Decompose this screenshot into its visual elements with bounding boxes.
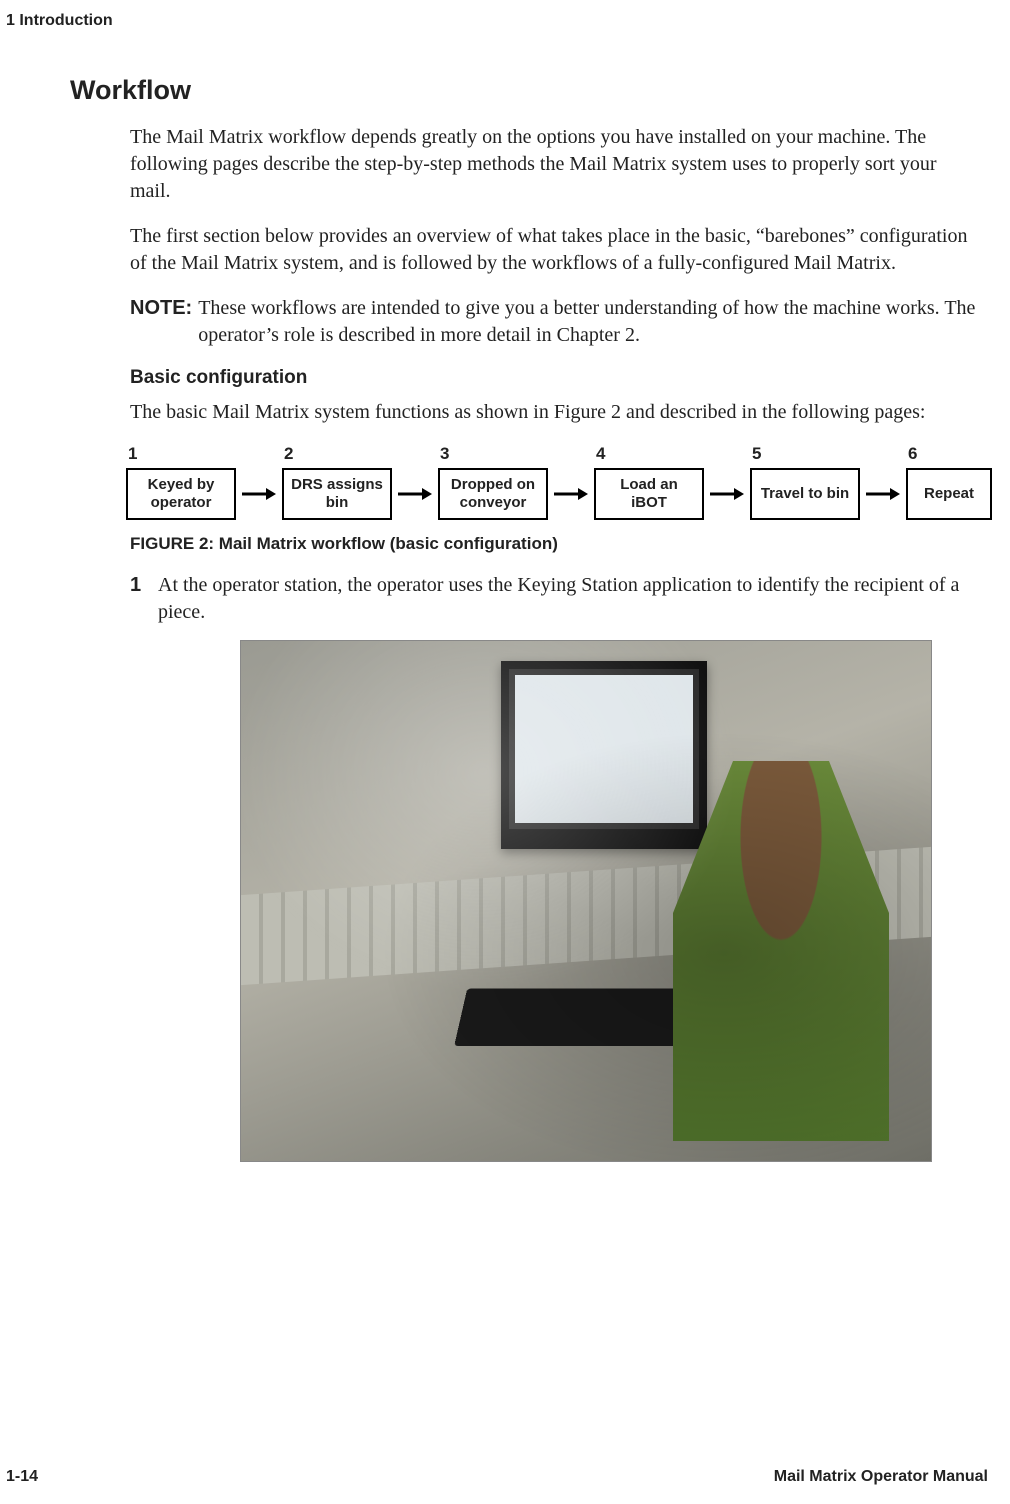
operator-station-photo xyxy=(240,640,932,1162)
arrow-icon xyxy=(860,468,906,520)
workflow-step-box: Load an iBOT xyxy=(594,468,704,520)
workflow-step-2: 2 DRS assigns bin xyxy=(282,444,392,520)
workflow-step-5: 5 Travel to bin xyxy=(750,444,860,520)
arrow-icon xyxy=(392,468,438,520)
page-number: 1-14 xyxy=(6,1468,38,1486)
note-block: NOTE: These workflows are intended to gi… xyxy=(130,295,978,349)
arrow-icon xyxy=(704,468,750,520)
workflow-diagram: 1 Keyed by operator 2 DRS assigns bin 3 … xyxy=(126,444,978,520)
workflow-step-box: Repeat xyxy=(906,468,992,520)
list-number: 1 xyxy=(130,572,158,626)
subheading-basic-config: Basic configuration xyxy=(130,367,978,389)
workflow-step-number: 1 xyxy=(128,444,137,464)
list-text: At the operator station, the operator us… xyxy=(158,572,978,626)
note-label: NOTE: xyxy=(130,295,192,349)
intro-paragraph-2: The first section below provides an over… xyxy=(130,223,978,277)
page-footer: 1-14 Mail Matrix Operator Manual xyxy=(6,1468,988,1486)
workflow-step-6: 6 Repeat xyxy=(906,444,992,520)
numbered-step-1: 1 At the operator station, the operator … xyxy=(130,572,978,626)
note-text: These workflows are intended to give you… xyxy=(198,295,978,349)
workflow-step-3: 3 Dropped on conveyor xyxy=(438,444,548,520)
workflow-step-1: 1 Keyed by operator xyxy=(126,444,236,520)
workflow-step-number: 2 xyxy=(284,444,293,464)
arrow-icon xyxy=(548,468,594,520)
section-title: Workflow xyxy=(70,75,978,106)
workflow-step-box: Travel to bin xyxy=(750,468,860,520)
workflow-step-number: 5 xyxy=(752,444,761,464)
workflow-step-box: DRS assigns bin xyxy=(282,468,392,520)
running-header: 1 Introduction xyxy=(0,12,988,30)
workflow-step-4: 4 Load an iBOT xyxy=(594,444,704,520)
workflow-step-box: Dropped on conveyor xyxy=(438,468,548,520)
figure-caption: FIGURE 2: Mail Matrix workflow (basic co… xyxy=(130,534,978,554)
workflow-step-number: 3 xyxy=(440,444,449,464)
document-title: Mail Matrix Operator Manual xyxy=(774,1468,988,1486)
arrow-icon xyxy=(236,468,282,520)
workflow-step-box: Keyed by operator xyxy=(126,468,236,520)
workflow-step-number: 6 xyxy=(908,444,917,464)
workflow-step-number: 4 xyxy=(596,444,605,464)
basic-config-intro: The basic Mail Matrix system functions a… xyxy=(130,399,978,426)
intro-paragraph-1: The Mail Matrix workflow depends greatly… xyxy=(130,124,978,205)
